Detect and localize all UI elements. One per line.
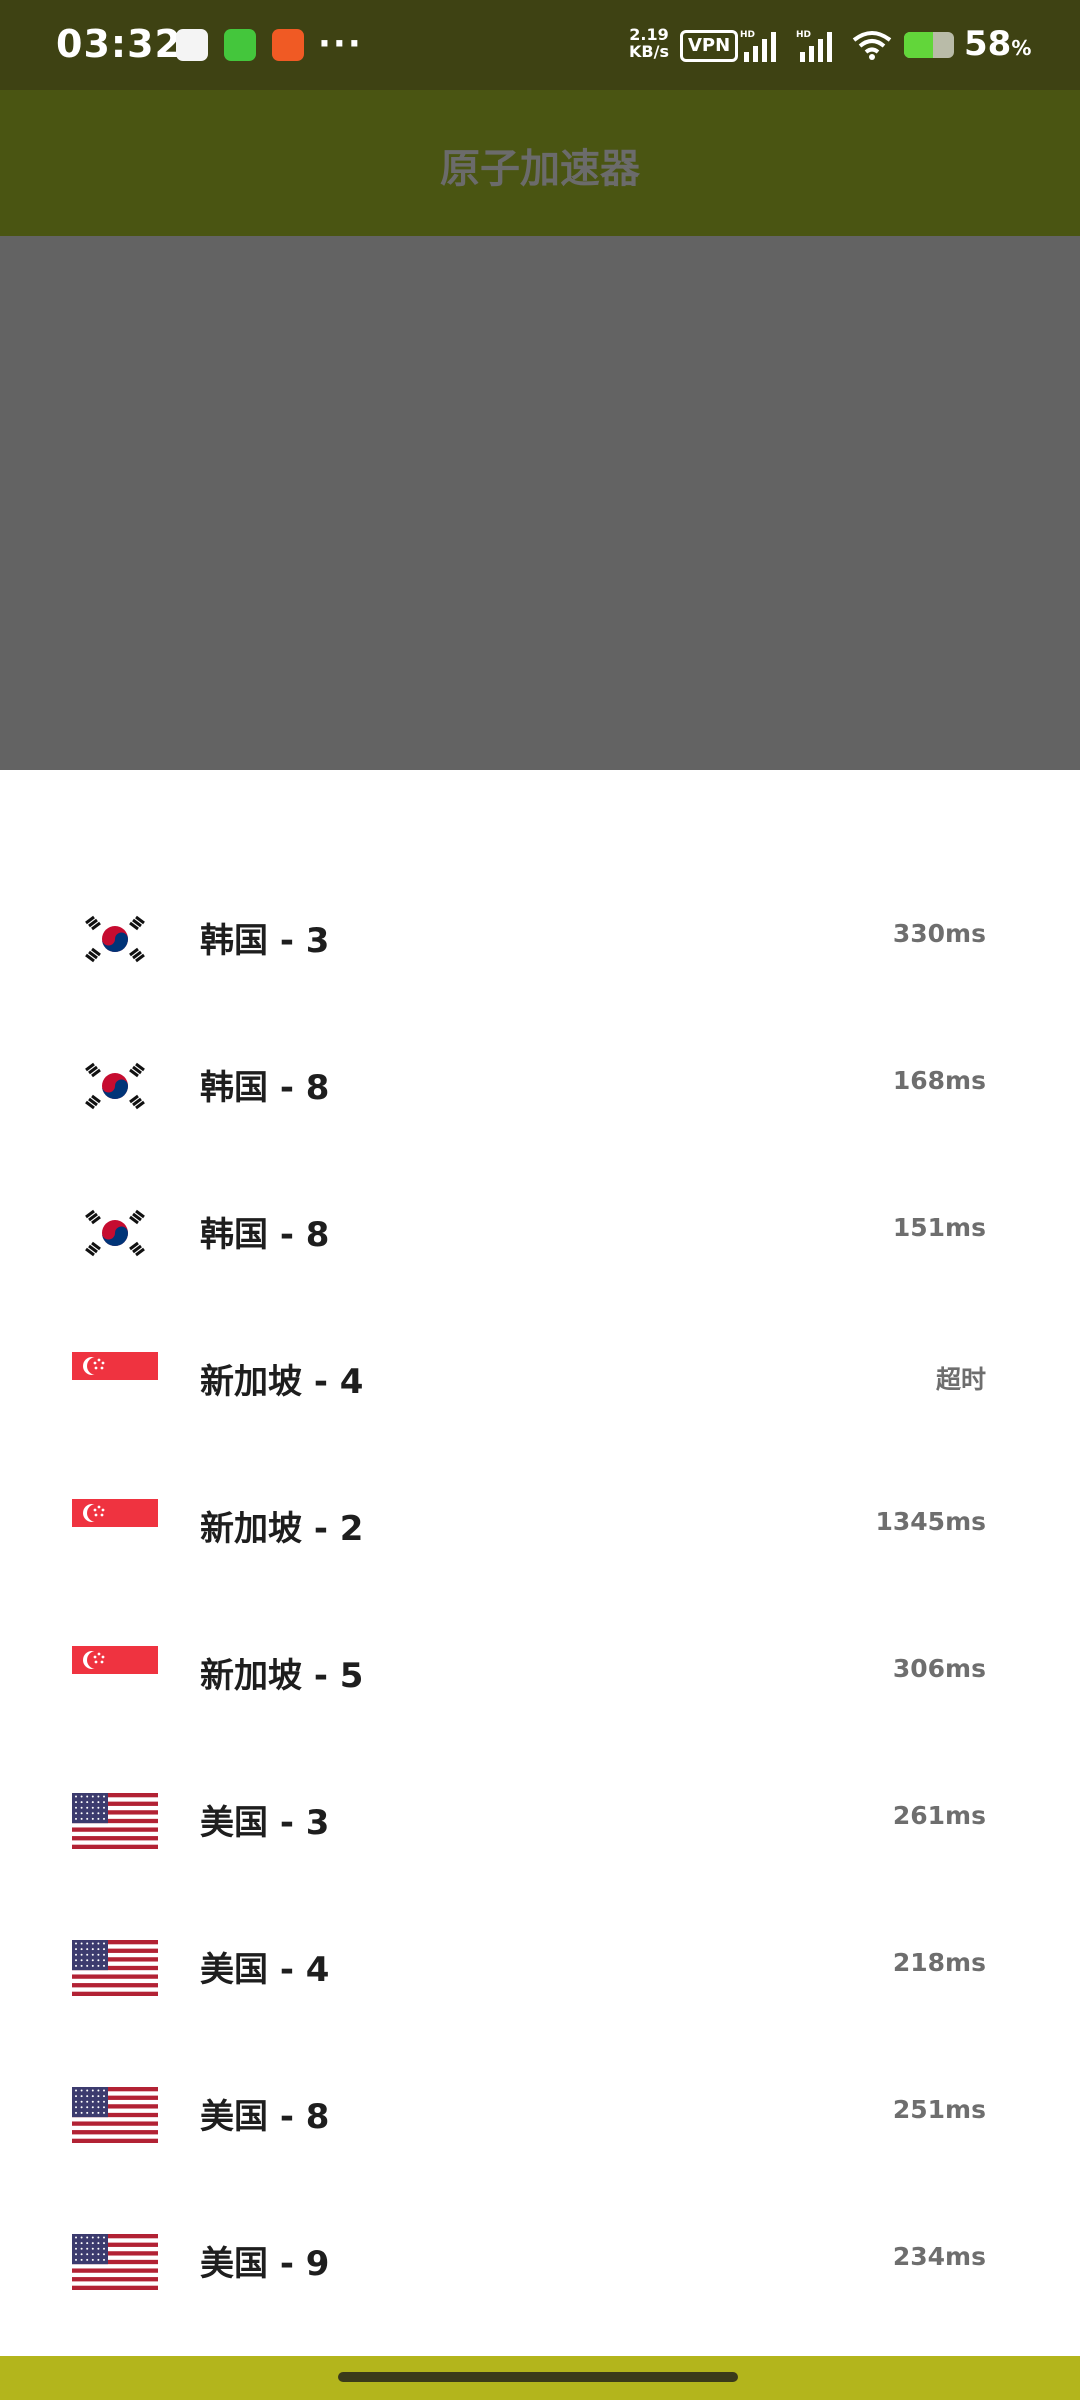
server-name: 新加坡 - 4 <box>200 1362 364 1402</box>
network-speed-value: 2.19 <box>629 25 669 44</box>
usa-flag-icon <box>72 1793 158 1849</box>
singapore-flag-icon <box>72 1352 158 1408</box>
usa-flag-icon <box>72 1940 158 1996</box>
battery-level <box>904 32 933 58</box>
overlay-panel[interactable] <box>0 236 1080 770</box>
network-speed: 2.19 KB/s <box>628 26 670 60</box>
server-row[interactable]: 新加坡 - 2 1345ms <box>0 1483 1080 1630</box>
server-latency: 306ms <box>892 1654 986 1683</box>
server-row[interactable]: 美国 - 3 261ms <box>0 1777 1080 1924</box>
battery-percent: 58% <box>964 24 1032 64</box>
server-latency: 330ms <box>892 919 986 948</box>
south-korea-flag-icon <box>72 911 158 967</box>
south-korea-flag-icon <box>72 1058 158 1114</box>
home-indicator[interactable] <box>338 2372 738 2382</box>
svg-text:HD: HD <box>740 30 755 40</box>
server-name: 新加坡 - 2 <box>200 1509 364 1549</box>
singapore-flag-icon <box>72 1499 158 1555</box>
server-name: 新加坡 - 5 <box>200 1656 364 1696</box>
navigation-bar <box>0 2356 1080 2400</box>
vpn-badge: VPN <box>680 30 739 62</box>
server-row[interactable]: 美国 - 4 218ms <box>0 1924 1080 2071</box>
usa-flag-icon <box>72 2234 158 2290</box>
singapore-flag-icon <box>72 1646 158 1702</box>
app-bar: 原子加速器 <box>0 90 1080 236</box>
server-row[interactable]: 美国 - 8 251ms <box>0 2071 1080 2218</box>
server-name: 韩国 - 3 <box>200 921 330 961</box>
page-title: 原子加速器 <box>440 146 640 192</box>
battery-charging-icon <box>904 32 954 58</box>
wifi-icon <box>852 31 892 60</box>
server-row[interactable]: 韩国 - 8 168ms <box>0 1042 1080 1189</box>
server-row[interactable]: 韩国 - 3 330ms <box>0 895 1080 1042</box>
server-name: 美国 - 4 <box>200 1950 330 1990</box>
more-notifications-icon: ··· <box>318 24 363 64</box>
server-row[interactable]: 新加坡 - 5 306ms <box>0 1630 1080 1777</box>
server-row[interactable]: 美国 - 9 234ms <box>0 2218 1080 2365</box>
server-latency: 218ms <box>892 1948 986 1977</box>
server-row[interactable]: 新加坡 - 4 超时 <box>0 1336 1080 1483</box>
server-latency: 168ms <box>892 1066 986 1095</box>
network-speed-unit: KB/s <box>629 42 669 61</box>
server-latency: 251ms <box>892 2095 986 2124</box>
south-korea-flag-icon <box>72 1205 158 1261</box>
server-latency: 261ms <box>892 1801 986 1830</box>
server-latency: 234ms <box>892 2242 986 2271</box>
status-bar: 03:32 ··· 2.19 KB/s VPN HD HD 58% <box>0 0 1080 90</box>
charging-app-icon <box>224 29 256 61</box>
weibo-app-icon <box>272 29 304 61</box>
usa-flag-icon <box>72 2087 158 2143</box>
hd-signal-icon: HD <box>796 30 832 62</box>
server-name: 韩国 - 8 <box>200 1068 330 1108</box>
server-row[interactable]: 韩国 - 8 151ms <box>0 1189 1080 1336</box>
server-list: 韩国 - 3 330ms 韩国 - 8 168ms 韩国 - 8 151ms 新加坡 - 4… <box>0 895 1080 2365</box>
hd-signal-icon: HD <box>740 30 776 62</box>
server-latency: 超时 <box>935 1365 986 1394</box>
server-name: 美国 - 3 <box>200 1803 330 1843</box>
notification-app-icon <box>176 29 208 61</box>
server-name: 美国 - 9 <box>200 2244 330 2284</box>
server-name: 韩国 - 8 <box>200 1215 330 1255</box>
server-latency: 151ms <box>892 1213 986 1242</box>
server-latency: 1345ms <box>875 1507 986 1536</box>
server-name: 美国 - 8 <box>200 2097 330 2137</box>
svg-text:HD: HD <box>796 30 811 40</box>
status-time: 03:32 <box>56 22 182 66</box>
